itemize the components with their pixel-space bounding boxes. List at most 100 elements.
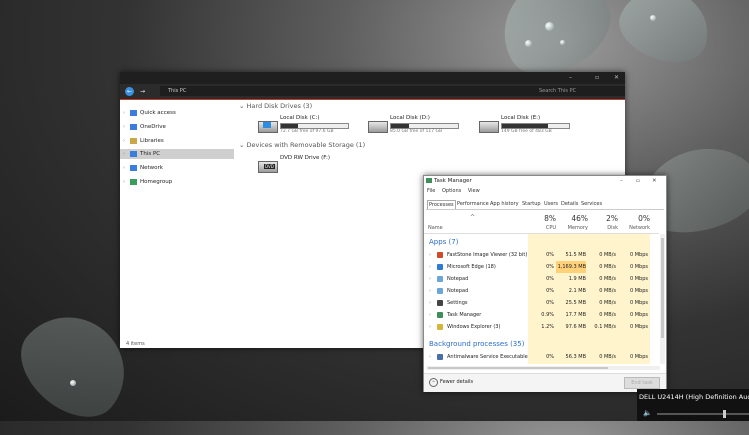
volume-slider-thumb[interactable] (723, 410, 726, 418)
expand-chevron-icon[interactable]: › (123, 122, 125, 132)
process-icon (437, 354, 443, 360)
close-button[interactable]: ✕ (652, 176, 657, 186)
expand-chevron-icon[interactable]: › (429, 285, 431, 297)
horizontal-scrollbar[interactable] (426, 366, 660, 370)
tab-performance[interactable]: Performance (456, 200, 490, 208)
process-row[interactable]: › Notepad 0% 2.1 MB 0 MB/s 0 Mbps (424, 285, 659, 297)
water-droplet (70, 380, 76, 386)
process-row[interactable]: › Notepad 0% 1.9 MB 0 MB/s 0 Mbps (424, 273, 659, 285)
column-header-disk[interactable]: Disk (588, 225, 618, 231)
column-header-network[interactable]: Network (618, 225, 650, 231)
menu-view[interactable]: View (468, 188, 480, 194)
close-button[interactable]: ✕ (614, 74, 619, 81)
expand-chevron-icon[interactable]: › (429, 321, 431, 333)
sidebar-item-onedrive[interactable]: › OneDrive (120, 122, 234, 132)
memory-value: 1,169.3 MB (556, 261, 586, 273)
network-value: 0 Mbps (629, 324, 648, 330)
dvd-drive-icon: DVD (258, 161, 278, 173)
expand-chevron-icon[interactable]: › (123, 177, 125, 187)
expand-chevron-icon[interactable]: › (123, 108, 125, 118)
network-percent[interactable]: 0% (618, 214, 650, 223)
forward-arrow-icon[interactable]: → (138, 87, 147, 96)
process-name: Notepad (447, 276, 469, 282)
expand-chevron-icon[interactable]: › (123, 136, 125, 146)
cloud-icon (130, 124, 137, 130)
process-icon (437, 252, 443, 258)
tab-app-history[interactable]: App history (489, 200, 520, 208)
task-manager-footer: ^ Fewer details End task (424, 373, 666, 392)
menu-file[interactable]: File (427, 188, 435, 194)
menu-options[interactable]: Options (442, 188, 461, 194)
drive-dvd[interactable]: DVD DVD RW Drive (F:) (258, 155, 373, 177)
process-row[interactable]: › FastStone Image Viewer (32 bit) 0% 51.5 M… (424, 249, 659, 261)
column-header-name[interactable]: Name (428, 225, 443, 231)
memory-percent[interactable]: 46% (556, 214, 588, 223)
tab-services[interactable]: Services (580, 200, 603, 208)
sort-arrow-icon[interactable]: ^ (470, 214, 475, 221)
sidebar-item-this-pc[interactable]: › This PC (120, 149, 234, 159)
vertical-scrollbar[interactable] (660, 234, 665, 364)
tab-users[interactable]: Users (543, 200, 559, 208)
chevron-up-icon[interactable]: ^ (429, 378, 438, 387)
process-name: Settings (447, 300, 468, 306)
disk-value: 0 MB/s (599, 354, 616, 360)
network-value: 0 Mbps (629, 264, 648, 270)
sidebar-item-label: This PC (140, 151, 161, 157)
sidebar-item-quick-access[interactable]: › Quick access (120, 108, 234, 118)
cpu-percent[interactable]: 8% (528, 214, 556, 223)
computer-icon (130, 151, 137, 157)
expand-chevron-icon[interactable]: › (123, 149, 125, 159)
column-header-cpu[interactable]: CPU (528, 225, 556, 231)
water-droplet (545, 22, 554, 31)
fewer-details-link[interactable]: Fewer details (440, 379, 473, 385)
status-bar-item-count: 4 items (126, 341, 145, 347)
column-header-memory[interactable]: Memory (556, 225, 588, 231)
tab-startup[interactable]: Startup (521, 200, 542, 208)
expand-chevron-icon[interactable]: › (429, 351, 431, 363)
process-row[interactable]: › Microsoft Edge (18) 0% 1,169.3 MB 0 MB/s 0 … (424, 261, 659, 273)
memory-value: 1.9 MB (568, 276, 586, 282)
group-header-hard-disks[interactable]: ⌄ Hard Disk Drives (3) (239, 102, 312, 110)
drive-name: DVD RW Drive (F:) (280, 155, 330, 161)
process-row[interactable]: › Antimalware Service Executable 0% 56.3 MB… (424, 351, 659, 363)
group-header-removable[interactable]: ⌄ Devices with Removable Storage (1) (239, 141, 365, 149)
menu-bar: File Options View (427, 188, 485, 194)
star-icon (130, 110, 137, 116)
expand-chevron-icon[interactable]: › (429, 309, 431, 321)
process-row[interactable]: › Settings 0% 25.5 MB 0 MB/s 0 Mbps (424, 297, 659, 309)
drive-d[interactable]: Local Disk (D:) 85.0 GB free of 117 GB (368, 115, 483, 137)
sidebar-item-network[interactable]: › Network (120, 163, 234, 173)
speaker-icon[interactable]: 🔈 (643, 409, 652, 417)
background-section-header: Background processes (35) (429, 340, 525, 348)
disk-percent[interactable]: 2% (588, 214, 618, 223)
minimize-button[interactable]: – (620, 176, 623, 186)
maximize-button[interactable]: ▫ (636, 176, 640, 186)
sidebar-item-libraries[interactable]: › Libraries (120, 136, 234, 146)
tab-processes[interactable]: Processes (427, 200, 456, 209)
process-row[interactable]: › Windows Explorer (3) 1.2% 97.6 MB 0.1 MB/s… (424, 321, 659, 333)
process-name: Task Manager (447, 312, 482, 318)
expand-chevron-icon[interactable]: › (429, 273, 431, 285)
end-task-button[interactable]: End task (624, 377, 660, 389)
expand-chevron-icon[interactable]: › (429, 261, 431, 273)
sidebar-item-label: Libraries (140, 138, 164, 144)
expand-chevron-icon[interactable]: › (429, 249, 431, 261)
back-arrow-icon[interactable]: ← (125, 87, 134, 96)
sidebar-item-homegroup[interactable]: › Homegroup (120, 177, 234, 187)
search-input[interactable]: Search This PC (534, 86, 625, 96)
sidebar-item-label: Network (140, 165, 163, 171)
tab-details[interactable]: Details (560, 200, 579, 208)
volume-slider[interactable] (657, 410, 749, 418)
minimize-button[interactable]: – (569, 74, 572, 81)
process-row[interactable]: › Task Manager 0.9% 17.7 MB 0 MB/s 0 Mbps (424, 309, 659, 321)
expand-chevron-icon[interactable]: › (429, 297, 431, 309)
expand-chevron-icon[interactable]: › (123, 163, 125, 173)
cpu-value: 0.9% (541, 312, 554, 318)
memory-value: 2.1 MB (568, 288, 586, 294)
maximize-button[interactable]: ▫ (595, 74, 599, 81)
sidebar-item-label: Homegroup (140, 179, 173, 185)
address-bar[interactable]: This PC (160, 86, 536, 96)
navigation-pane: › Quick access › OneDrive › Libraries › This PC… (120, 100, 234, 348)
drive-e[interactable]: Local Disk (E:) 149 GB free of 483 GB (479, 115, 594, 137)
drive-c[interactable]: Local Disk (C:) 72.7 GB free of 97.6 GB (258, 115, 373, 137)
